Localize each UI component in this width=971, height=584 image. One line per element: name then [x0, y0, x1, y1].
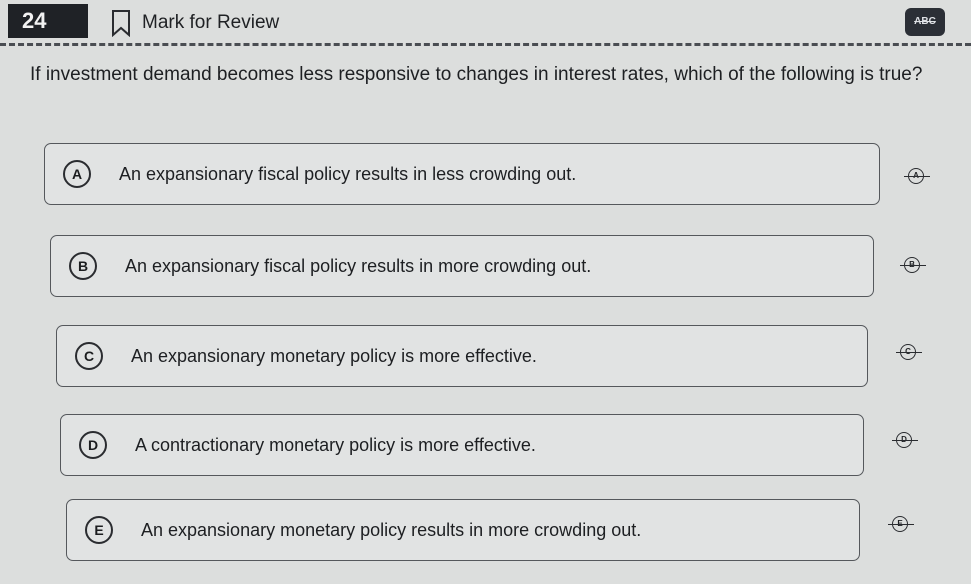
abc-cross-out-toggle-button[interactable]: ABC	[905, 8, 945, 36]
mark-for-review-button[interactable]: Mark for Review	[110, 8, 279, 38]
answer-option-e[interactable]: E An expansionary monetary policy result…	[66, 499, 860, 561]
answer-option-d[interactable]: D A contractionary monetary policy is mo…	[60, 414, 864, 476]
option-text-d: A contractionary monetary policy is more…	[135, 434, 536, 455]
answer-option-b[interactable]: B An expansionary fiscal policy results …	[50, 235, 874, 297]
option-letter-b: B	[69, 252, 97, 280]
cross-out-option-c[interactable]: C	[896, 342, 922, 364]
strike-line	[900, 265, 926, 266]
strike-line	[904, 176, 930, 177]
bookmark-icon	[112, 10, 130, 37]
option-text-a: An expansionary fiscal policy results in…	[119, 163, 577, 184]
cross-out-option-b[interactable]: B	[900, 255, 926, 277]
cross-out-option-a[interactable]: A	[904, 166, 930, 188]
cross-out-option-d[interactable]: D	[892, 430, 918, 452]
option-text-c: An expansionary monetary policy is more …	[131, 345, 537, 366]
question-header: 24 Mark for Review ABC	[0, 0, 971, 44]
question-text: If investment demand becomes less respon…	[30, 64, 923, 85]
option-text-b: An expansionary fiscal policy results in…	[125, 255, 592, 276]
strike-line	[896, 352, 922, 353]
option-letter-d: D	[79, 431, 107, 459]
strike-line	[888, 524, 914, 525]
answer-option-c[interactable]: C An expansionary monetary policy is mor…	[56, 325, 868, 387]
option-letter-a: A	[63, 160, 91, 188]
header-divider	[0, 43, 971, 46]
option-text-e: An expansionary monetary policy results …	[141, 519, 642, 540]
option-letter-e: E	[85, 516, 113, 544]
strike-line	[892, 440, 918, 441]
question-number: 24	[8, 4, 88, 38]
cross-out-option-e[interactable]: E	[888, 514, 914, 536]
answer-option-a[interactable]: A An expansionary fiscal policy results …	[44, 143, 880, 205]
option-letter-c: C	[75, 342, 103, 370]
mark-for-review-label: Mark for Review	[142, 12, 280, 33]
